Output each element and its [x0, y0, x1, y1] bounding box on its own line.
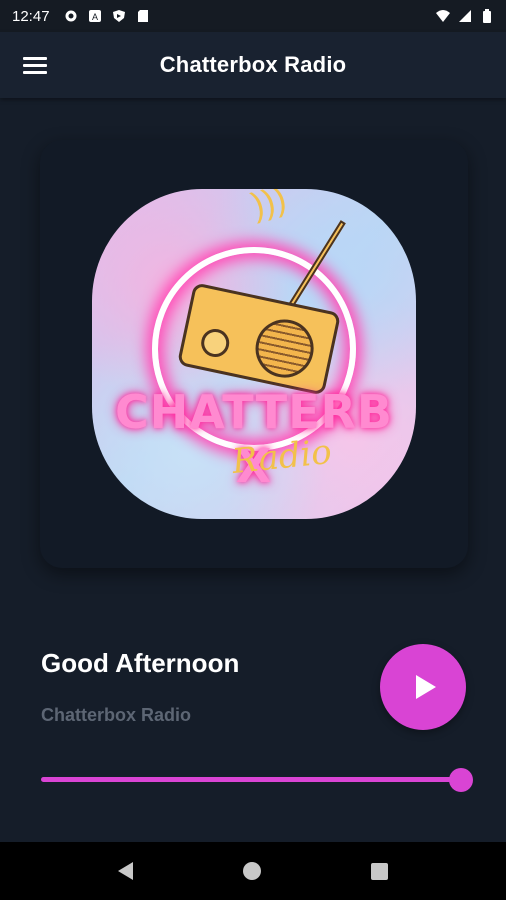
volume-slider[interactable]	[41, 768, 473, 792]
track-title: Good Afternoon	[41, 648, 240, 678]
recent-apps-icon[interactable]	[371, 862, 388, 880]
play-icon	[416, 675, 436, 699]
radio-speaker	[250, 314, 319, 383]
play-button[interactable]	[380, 644, 466, 730]
shield-icon	[112, 10, 125, 22]
app-bar: Chatterbox Radio	[0, 32, 506, 98]
track-artist: Chatterbox Radio	[41, 705, 192, 725]
radio-knob	[198, 326, 232, 360]
hamburger-menu-icon[interactable]	[18, 50, 52, 80]
wifi-icon	[436, 10, 450, 22]
status-icons-right	[436, 9, 494, 23]
status-bar: 12:47 A	[0, 0, 506, 32]
text-icon: A	[88, 10, 101, 22]
battery-icon	[483, 9, 491, 23]
app-title: Chatterbox Radio	[159, 52, 347, 77]
system-nav-bar	[0, 842, 506, 900]
status-icons-left: A	[64, 9, 150, 23]
station-logo: ))) CHATTERB X Radio	[92, 189, 416, 519]
svg-text:A: A	[92, 12, 98, 22]
status-time: 12:47	[12, 7, 50, 25]
signal-icon	[459, 10, 471, 22]
gear-icon	[65, 10, 77, 22]
sd-card-icon	[137, 10, 148, 22]
volume-slider-track	[41, 777, 461, 782]
volume-slider-thumb[interactable]	[449, 768, 473, 792]
radio-waves-icon: )))	[247, 189, 291, 225]
home-icon[interactable]	[243, 862, 261, 880]
back-icon[interactable]	[118, 862, 133, 880]
album-artwork-card: ))) CHATTERB X Radio	[40, 140, 468, 568]
